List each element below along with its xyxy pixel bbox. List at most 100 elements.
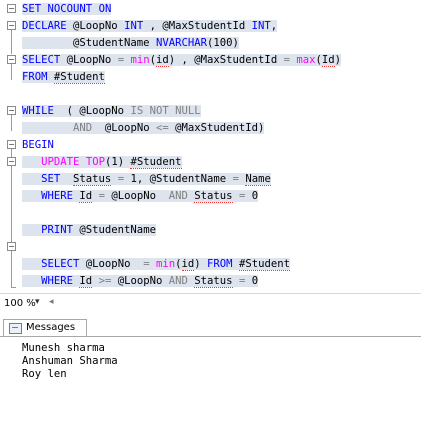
code-token: @StudentName — [73, 224, 156, 236]
code-token: , — [270, 20, 278, 32]
code-token: @LoopNo — [111, 275, 169, 287]
tab-messages-label: Messages — [26, 322, 76, 333]
scroll-left-icon[interactable]: ◂ — [49, 297, 54, 307]
fold-end-tick — [11, 287, 16, 288]
code-token: SELECT — [22, 54, 61, 66]
message-line: Anshuman Sharma — [22, 355, 118, 367]
code-token: Status — [194, 190, 233, 203]
collapse-icon[interactable]: − — [7, 157, 16, 166]
collapse-icon[interactable]: − — [7, 21, 16, 30]
code-token: @LoopNo — [60, 54, 118, 66]
code-token: ) , @MaxStudentId — [168, 54, 284, 66]
code-line[interactable]: FROM #Student — [22, 69, 105, 86]
code-token: AND — [168, 275, 188, 287]
code-token: IS NOT NULL — [130, 105, 201, 117]
code-token: FROM — [207, 258, 233, 270]
code-line[interactable]: SET Status = 1, @StudentName = Name — [22, 171, 271, 188]
code-token: ( @LoopNo — [53, 105, 131, 117]
code-token: @StudentName — [22, 37, 156, 49]
code-token: min — [130, 54, 150, 66]
code-token: @LoopNo — [66, 20, 125, 32]
code-token: @MaxStudentId) — [168, 122, 265, 134]
code-token: AND — [168, 190, 188, 202]
fold-guide — [11, 64, 12, 80]
code-line[interactable]: WHILE ( @LoopNo IS NOT NULL — [22, 103, 201, 120]
code-token: ( — [175, 258, 182, 270]
code-line[interactable]: SET NOCOUNT ON — [22, 1, 112, 18]
code-token: NVARCHAR — [155, 37, 207, 49]
code-token: WHILE — [22, 105, 54, 117]
messages-icon — [9, 323, 22, 334]
code-token: (1) — [104, 156, 131, 168]
code-token: ( — [315, 54, 322, 66]
code-token: #Student — [238, 258, 290, 271]
code-token: <= — [155, 122, 169, 134]
zoom-dropdown-icon[interactable]: ▾ — [35, 297, 40, 307]
code-token: Status — [73, 173, 112, 186]
code-line[interactable]: BEGIN — [22, 137, 54, 154]
fold-guide — [11, 115, 12, 131]
code-token: SELECT — [41, 258, 80, 270]
code-token: >= — [98, 275, 112, 287]
code-token: ) — [194, 258, 208, 270]
code-token: @LoopNo — [79, 258, 144, 270]
code-token: , @MaxStudentId — [143, 20, 252, 32]
code-line[interactable]: AND @LoopNo <= @MaxStudentId) — [22, 120, 265, 137]
code-token: #Student — [53, 71, 105, 84]
code-token: TOP — [85, 156, 105, 168]
fold-guide — [11, 251, 12, 267]
code-token: Id — [79, 190, 93, 203]
code-line[interactable]: WHERE Id >= @LoopNo AND Status = 0 — [22, 273, 259, 290]
collapse-icon[interactable]: − — [7, 140, 16, 149]
code-token: WHERE — [41, 190, 74, 202]
query-editor[interactable]: − − − − − − − SET NOCOUNT ON DECLARE @Loo… — [0, 0, 421, 304]
code-line[interactable]: UPDATE TOP(1) #Student — [22, 154, 182, 171]
code-token: ON — [98, 3, 112, 15]
code-token: UPDATE — [41, 156, 80, 168]
code-token: (100) — [206, 37, 239, 49]
code-token: 0 — [245, 275, 259, 287]
code-token: ) — [334, 54, 342, 66]
code-token: 0 — [245, 190, 259, 202]
code-token: 1, @StudentName — [124, 173, 233, 185]
code-token: @LoopNo — [104, 190, 169, 202]
zoom-level[interactable]: 100 % — [4, 298, 36, 309]
code-token: Id — [321, 54, 335, 67]
collapse-icon[interactable]: − — [7, 242, 16, 251]
fold-guide — [11, 30, 12, 54]
results-pane: Messages Munesh sharma Anshuman Sharma R… — [0, 315, 421, 440]
tab-messages[interactable]: Messages — [3, 319, 87, 336]
code-line[interactable]: SELECT @LoopNo = min(id) FROM #Student — [22, 256, 290, 273]
message-line: Munesh sharma — [22, 342, 105, 354]
code-token: BEGIN — [22, 139, 54, 151]
code-line[interactable]: WHERE Id = @LoopNo AND Status = 0 — [22, 188, 259, 205]
code-token: #Student — [130, 156, 182, 169]
code-token: NOCOUNT — [47, 3, 93, 15]
collapse-icon[interactable]: − — [7, 106, 16, 115]
collapse-icon[interactable]: − — [7, 4, 16, 13]
code-token: INT — [251, 20, 271, 32]
code-line[interactable]: DECLARE @LoopNo INT , @MaxStudentId INT, — [22, 18, 278, 35]
message-line: Roy len — [22, 368, 67, 380]
fold-guide — [11, 166, 12, 198]
code-line[interactable]: SELECT @LoopNo = min(id) , @MaxStudentId… — [22, 52, 342, 69]
code-token: WHERE — [41, 275, 74, 287]
code-token: @LoopNo — [92, 122, 156, 134]
collapse-icon[interactable]: − — [7, 55, 16, 64]
code-token: Name — [245, 173, 271, 186]
code-token: min — [155, 258, 176, 270]
code-token: id — [156, 54, 169, 67]
code-token: DECLARE — [22, 20, 67, 32]
code-line[interactable]: PRINT @StudentName — [22, 222, 156, 239]
code-token: SET — [41, 173, 61, 185]
code-line[interactable]: @StudentName NVARCHAR(100) — [22, 35, 239, 52]
